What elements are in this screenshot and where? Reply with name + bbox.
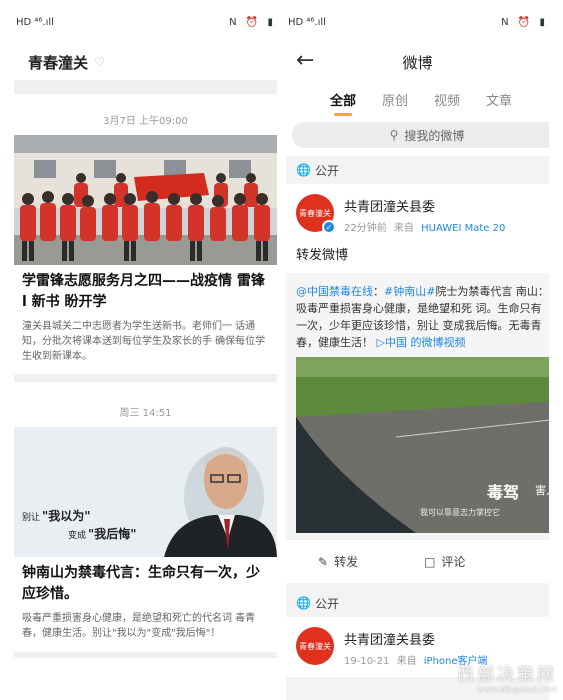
avatar[interactable]: 青春潼关 [296,627,334,665]
comment-icon: □ [424,554,436,569]
battery-icon: ▮ [539,16,545,28]
visibility-row: 🌐 公开 [286,589,549,617]
nfc-icon: N [501,16,509,28]
zhong-nanshan-photo: 别让 "我以为" 变成 "我后悔" [14,427,277,557]
signal-indicator: HD ⁴⁶.ıll [16,16,54,28]
globe-icon: 🌐 [296,596,311,610]
status-icons: N ⏰ ▮ [495,17,545,28]
post-meta: 22分钟前 来自 HUAWEI Mate 20 [344,223,506,234]
slogan-line1: 别让 "我以为" [22,509,91,523]
search-placeholder: 搜我的微博 [404,128,465,143]
account-header: 青春潼关 ♡ [14,44,277,80]
video-caption: 毒驾 [486,483,519,502]
site-watermark: 西部决策网 www.xibujuece.com [457,665,557,694]
article-title: 学雷锋志愿服务月之四——战疫情 雷锋l 新书 盼开学 [22,273,265,310]
alarm-icon: ⏰ [245,16,259,28]
video-caption-2: 害人 [535,484,549,497]
volunteer-group-photo [14,135,277,265]
weibo-header: ← 微博 [286,44,549,80]
search-area: ⚲ 搜我的微博 [286,118,549,156]
mention-link[interactable]: @中国禁毒在线 [296,285,373,298]
tab-all[interactable]: 全部 [330,90,356,116]
article-summary: 吸毒严重损害身心健康，是绝望和死亡的代名词 毒青春，健康生活。别让"我以为"变成… [22,613,256,639]
battery-icon: ▮ [267,16,273,28]
page-title: 微博 [402,53,433,72]
tab-original[interactable]: 原创 [382,90,408,109]
nfc-icon: N [229,16,237,28]
status-icons: N ⏰ ▮ [223,17,273,28]
tab-video[interactable]: 视频 [434,90,460,109]
post-actions: ✎ 转发 □ 评论 [286,539,549,583]
article-time: 周三 14:51 [119,408,172,419]
article-card[interactable]: 周三 14:51 别让 "我以为" 变成 "我后悔" 钟南山为禁毒代言：生命只有一次… [14,382,277,652]
verified-badge-icon: ✓ [322,220,336,234]
article-title: 钟南山为禁毒代言：生命只有一次，少 应珍惜。 [22,565,260,602]
repost-content[interactable]: @中国禁毒在线：#钟南山#院士为禁毒代言 南山：吸毒严重损害身心健康，是绝望和死… [286,273,549,539]
next-article-card[interactable] [14,658,277,700]
globe-icon: 🌐 [296,163,311,177]
signal-indicator: HD ⁴⁶.ıll [288,16,326,28]
filter-tabs: 全部 原创 视频 文章 [286,80,549,118]
article-summary: 潼关县城关二中志愿者为学生送新书。老师们一 话通知，分批次将课本送到每位学生及家… [22,321,266,362]
right-screen: HD ⁴⁶.ıll N ⏰ ▮ ← 微博 全部 原创 视频 文章 ⚲ 搜我的微博… [286,0,549,700]
comment-button[interactable]: □ 评论 [424,553,465,570]
avatar[interactable]: 青春潼关 ✓ [296,194,336,234]
account-title: 青春潼关 [28,53,89,72]
share-icon: ✎ [318,554,329,569]
article-card[interactable]: 3月7日 上午09:00 学雷锋志愿服务月之四——战疫情 雷锋l 新书 盼开学 … [14,94,277,374]
repost-button[interactable]: ✎ 转发 [318,553,358,570]
verified-mark-icon: ♡ [94,55,105,69]
search-icon: ⚲ [389,128,399,142]
back-arrow-icon[interactable]: ← [296,48,314,73]
post-author[interactable]: 共青团潼关县委 [344,196,505,215]
tab-article[interactable]: 文章 [486,90,512,109]
video-player[interactable]: 毒驾 害人 我可以靠意志力掌控它 [296,357,549,533]
alarm-icon: ⏰ [517,16,531,28]
search-input[interactable]: ⚲ 搜我的微博 [292,122,549,148]
status-bar: HD ⁴⁶.ıll N ⏰ ▮ [286,0,549,44]
device-link[interactable]: HUAWEI Mate 20 [421,223,505,234]
visibility-label: 公开 [314,163,339,178]
slogan-line2: 变成 "我后悔" [68,527,137,541]
post-author[interactable]: 共青团潼关县委 [344,629,488,648]
article-time: 3月7日 上午09:00 [103,116,188,127]
hashtag-link[interactable]: #钟南山# [384,285,435,298]
visibility-label: 公开 [314,596,339,611]
visibility-row: 🌐 公开 [286,156,549,184]
video-link[interactable]: ▷中国 的微博视频 [377,336,466,349]
post-text: 转发微博 [296,248,349,263]
video-subtitle: 我可以靠意志力掌控它 [420,508,500,517]
weibo-post[interactable]: 青春潼关 ✓ 共青团潼关县委 22分钟前 来自 HUAWEI Mate 20 转… [286,184,549,583]
status-bar: HD ⁴⁶.ıll N ⏰ ▮ [14,0,277,44]
left-screen: HD ⁴⁶.ıll N ⏰ ▮ 青春潼关 ♡ 3月7日 上午09:00 学雷锋志… [14,0,277,700]
